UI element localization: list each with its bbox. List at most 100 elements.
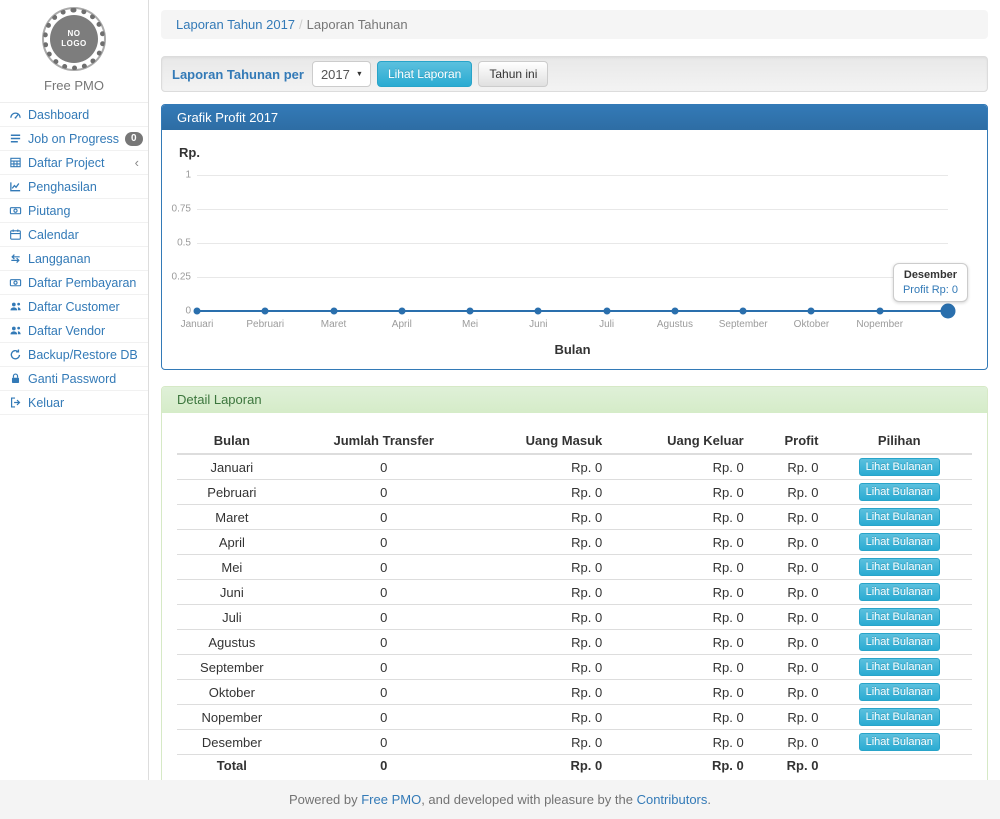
cell-profit: Rp. 0 [752, 655, 827, 680]
sidebar-item-job-on-progress[interactable]: Job on Progress0 [0, 127, 148, 151]
x-tick-label: Januari [181, 319, 214, 330]
detail-panel-body: BulanJumlah TransferUang MasukUang Kelua… [162, 413, 987, 791]
dashboard-icon [9, 108, 22, 121]
sidebar-item-langganan[interactable]: Langganan [0, 247, 148, 271]
x-axis-label: Bulan [554, 342, 590, 357]
cell-pilihan: Lihat Bulanan [826, 705, 972, 730]
lihat-bulanan-button[interactable]: Lihat Bulanan [859, 508, 940, 526]
table-row-september: September0Rp. 0Rp. 0Rp. 0Lihat Bulanan [177, 655, 972, 680]
sidebar-item-label: Langganan [28, 252, 91, 266]
data-point-oktober[interactable] [808, 308, 815, 315]
y-axis-label: Rp. [179, 145, 200, 160]
data-point-januari[interactable] [194, 308, 201, 315]
lihat-bulanan-button[interactable]: Lihat Bulanan [859, 458, 940, 476]
breadcrumb-separator: / [295, 17, 307, 32]
cell-pilihan: Lihat Bulanan [826, 454, 972, 480]
sidebar-item-daftar-customer[interactable]: Daftar Customer [0, 295, 148, 319]
data-point-maret[interactable] [330, 308, 337, 315]
cell-uang-masuk: Rp. 0 [481, 454, 611, 480]
lihat-bulanan-button[interactable]: Lihat Bulanan [859, 533, 940, 551]
cell-uang-keluar: Rp. 0 [610, 454, 752, 480]
data-point-juli[interactable] [603, 308, 610, 315]
data-point-pebruari[interactable] [262, 308, 269, 315]
cell-profit: Rp. 0 [752, 505, 827, 530]
y-tick-label: 0.5 [165, 238, 191, 249]
sidebar-item-dashboard[interactable]: Dashboard [0, 103, 148, 127]
x-tick-label: Nopember [856, 319, 903, 330]
footer: Powered by Free PMO, and developed with … [0, 780, 1000, 819]
data-point-nopember[interactable] [876, 308, 883, 315]
lihat-bulanan-button[interactable]: Lihat Bulanan [859, 608, 940, 626]
lihat-bulanan-button[interactable]: Lihat Bulanan [859, 633, 940, 651]
gridline [197, 277, 948, 278]
cell-jumlah-transfer: 0 [287, 730, 481, 755]
table-row-agustus: Agustus0Rp. 0Rp. 0Rp. 0Lihat Bulanan [177, 630, 972, 655]
cell-uang-masuk: Rp. 0 [481, 655, 611, 680]
table-row-januari: Januari0Rp. 0Rp. 0Rp. 0Lihat Bulanan [177, 454, 972, 480]
cell-bulan: Juni [177, 580, 287, 605]
cell-bulan: Desember [177, 730, 287, 755]
breadcrumb-link[interactable]: Laporan Tahun 2017 [176, 17, 295, 32]
cell-uang-keluar: Rp. 0 [610, 580, 752, 605]
cell-profit: Rp. 0 [752, 530, 827, 555]
data-point-september[interactable] [740, 308, 747, 315]
sidebar-item-backup-restore-db[interactable]: Backup/Restore DB [0, 343, 148, 367]
lihat-bulanan-button[interactable]: Lihat Bulanan [859, 658, 940, 676]
gridline [197, 175, 948, 176]
brand-name: Free PMO [0, 78, 148, 93]
tooltip-value: Profit Rp: 0 [903, 284, 958, 296]
cell-uang-masuk: Rp. 0 [481, 680, 611, 705]
data-point-agustus[interactable] [671, 308, 678, 315]
sidebar-item-daftar-pembayaran[interactable]: Daftar Pembayaran [0, 271, 148, 295]
gridline [197, 243, 948, 244]
tahun-ini-button[interactable]: Tahun ini [478, 61, 548, 87]
cell-jumlah-transfer: 0 [287, 705, 481, 730]
lihat-bulanan-button[interactable]: Lihat Bulanan [859, 733, 940, 751]
profit-chart: Rp. Desember Profit Rp: 0 Bulan 10.750.5… [177, 145, 972, 354]
cell-pilihan: Lihat Bulanan [826, 605, 972, 630]
sidebar-item-label: Calendar [28, 228, 79, 242]
y-tick-label: 0.25 [165, 272, 191, 283]
data-point-juni[interactable] [535, 308, 542, 315]
report-table-foot: Total0Rp. 0Rp. 0Rp. 0 [177, 755, 972, 777]
cell-pilihan: Lihat Bulanan [826, 655, 972, 680]
lihat-bulanan-button[interactable]: Lihat Bulanan [859, 483, 940, 501]
refresh-icon [9, 348, 22, 361]
logo-text: NO LOGO [59, 29, 89, 49]
lihat-bulanan-button[interactable]: Lihat Bulanan [859, 583, 940, 601]
footer-freepmo-link[interactable]: Free PMO [361, 792, 421, 807]
data-point-april[interactable] [398, 308, 405, 315]
footer-contributors-link[interactable]: Contributors [637, 792, 708, 807]
report-filter-form: Laporan Tahunan per 2017 ▼ Lihat Laporan… [161, 56, 988, 92]
lihat-laporan-button[interactable]: Lihat Laporan [377, 61, 472, 87]
cell-jumlah-transfer: 0 [287, 530, 481, 555]
users-icon [9, 324, 22, 337]
report-table-body: Januari0Rp. 0Rp. 0Rp. 0Lihat BulananPebr… [177, 454, 972, 755]
y-tick-label: 1 [165, 170, 191, 181]
cell-pilihan: Lihat Bulanan [826, 505, 972, 530]
sidebar-item-keluar[interactable]: Keluar [0, 391, 148, 415]
sidebar-item-daftar-project[interactable]: Daftar Project‹ [0, 151, 148, 175]
cell-uang-masuk: Rp. 0 [481, 505, 611, 530]
lihat-bulanan-button[interactable]: Lihat Bulanan [859, 708, 940, 726]
lihat-bulanan-button[interactable]: Lihat Bulanan [859, 683, 940, 701]
sidebar-item-ganti-password[interactable]: Ganti Password [0, 367, 148, 391]
cell-uang-masuk: Rp. 0 [481, 630, 611, 655]
cell-uang-masuk: Rp. 0 [481, 530, 611, 555]
data-point-desember[interactable] [941, 304, 956, 319]
year-select[interactable]: 2017 [312, 61, 371, 87]
sidebar-item-daftar-vendor[interactable]: Daftar Vendor [0, 319, 148, 343]
sidebar-item-calendar[interactable]: Calendar [0, 223, 148, 247]
tooltip-title: Desember [903, 269, 958, 281]
data-point-mei[interactable] [467, 308, 474, 315]
sidebar-item-penghasilan[interactable]: Penghasilan [0, 175, 148, 199]
column-header-uang-masuk: Uang Masuk [481, 428, 611, 454]
column-header-jumlah-transfer: Jumlah Transfer [287, 428, 481, 454]
x-tick-label: Pebruari [246, 319, 284, 330]
cell-uang-masuk: Rp. 0 [481, 555, 611, 580]
cell-uang-keluar: Rp. 0 [610, 605, 752, 630]
sidebar-item-piutang[interactable]: Piutang [0, 199, 148, 223]
column-header-profit: Profit [752, 428, 827, 454]
lihat-bulanan-button[interactable]: Lihat Bulanan [859, 558, 940, 576]
total-cell-uang-keluar: Rp. 0 [610, 755, 752, 777]
